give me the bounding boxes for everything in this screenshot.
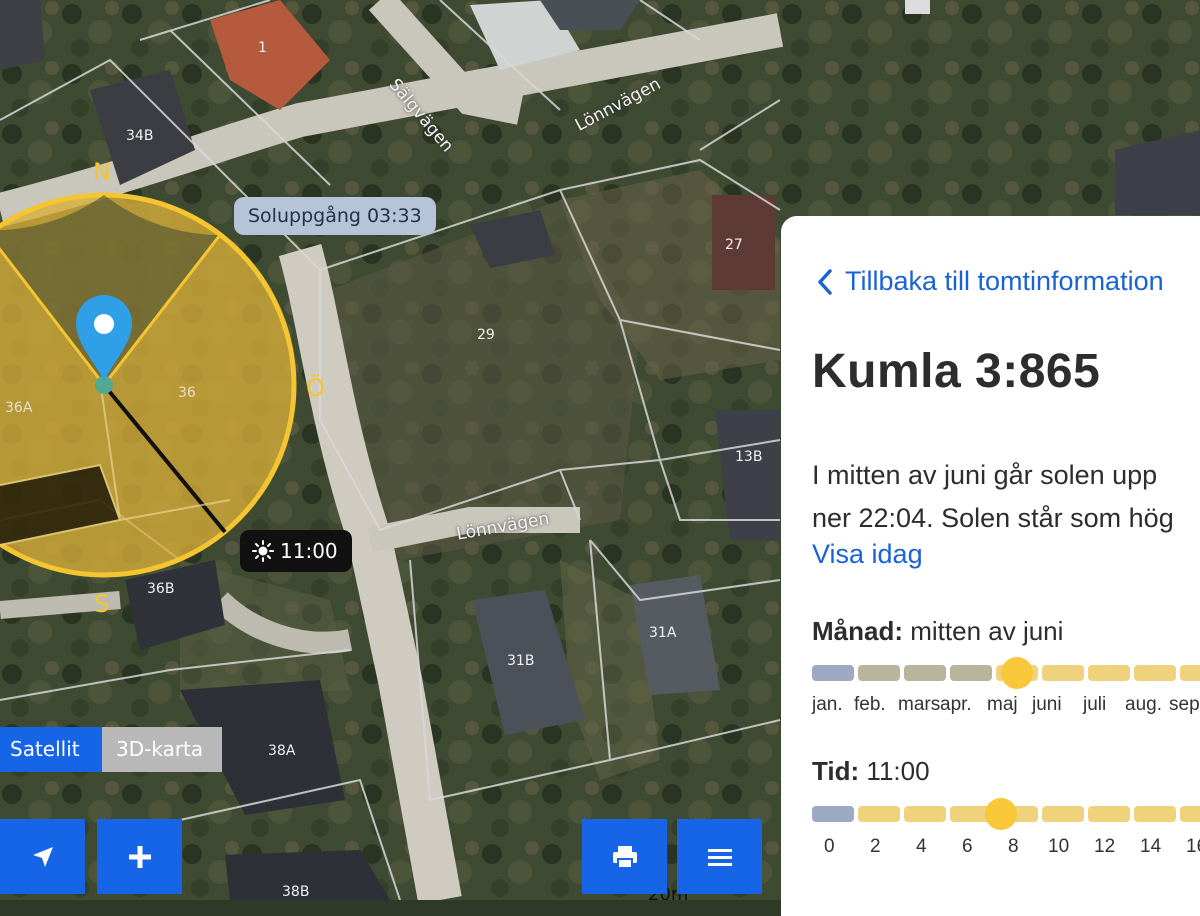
lot-label: 29 [477, 327, 495, 343]
tick-label: mars [898, 694, 941, 715]
time-label: Tid: 11:00 [812, 756, 930, 787]
compass-south: S [94, 590, 110, 618]
description-line: I mitten av juni går solen upp [812, 460, 1158, 490]
info-panel: Tillbaka till tomtinformation Kumla 3:86… [781, 216, 1200, 916]
tick-label: apr. [940, 694, 972, 715]
tick-label: 4 [916, 836, 927, 857]
lot-label: 1 [258, 40, 267, 56]
month-label: Månad: mitten av juni [812, 616, 1063, 647]
slider-segment [1042, 665, 1084, 681]
slider-segment [858, 806, 900, 822]
tick-label: 6 [962, 836, 973, 857]
tick-label: maj [987, 694, 1018, 715]
tick-label: aug. [1125, 694, 1162, 715]
description-line: ner 22:04. Solen står som hög [812, 503, 1174, 533]
lot-label: 34B [126, 128, 154, 144]
month-label-key: Månad: [812, 616, 903, 646]
lot-label: 31A [649, 625, 677, 641]
slider-segment [858, 665, 900, 681]
lot-label: 38B [282, 884, 310, 900]
print-button[interactable] [582, 819, 667, 894]
plus-icon [128, 845, 151, 868]
time-value: 11:00 [866, 756, 930, 786]
slider-segment [1088, 665, 1130, 681]
navigation-arrow-icon [32, 846, 53, 867]
tick-label: jan. [812, 694, 843, 715]
slider-segment [1180, 806, 1200, 822]
slider-segment [1042, 806, 1084, 822]
chevron-left-icon [818, 268, 832, 295]
tick-label: 2 [870, 836, 881, 857]
tick-label: 14 [1140, 836, 1162, 857]
lot-label: 36A [5, 400, 33, 416]
map-type-toggle: Satellit 3D-karta [0, 727, 222, 772]
slider-segment [1088, 806, 1130, 822]
lot-label: 38A [268, 743, 296, 759]
tick-label: feb. [854, 694, 886, 715]
slider-segment [1134, 806, 1176, 822]
menu-button[interactable] [677, 819, 762, 894]
hamburger-menu-icon [707, 848, 732, 866]
slider-segment [1134, 665, 1176, 681]
month-slider-thumb[interactable] [1001, 657, 1033, 689]
printer-icon [612, 845, 637, 869]
tick-label: sep. [1169, 694, 1200, 715]
compass-north: N [93, 158, 111, 186]
slider-segment [904, 806, 946, 822]
time-badge-text: 11:00 [280, 539, 338, 563]
lot-label: 27 [725, 237, 743, 253]
time-label-key: Tid: [812, 756, 860, 786]
lot-label: 13B [735, 449, 763, 465]
time-slider-thumb[interactable] [984, 798, 1017, 830]
show-today-link[interactable]: Visa idag [812, 539, 923, 570]
tick-label: 8 [1008, 836, 1019, 857]
lot-label: 31B [507, 653, 535, 669]
time-badge: 11:00 [240, 530, 352, 572]
slider-segment [1180, 665, 1200, 681]
slider-segment [812, 665, 854, 681]
back-link[interactable]: Tillbaka till tomtinformation [817, 266, 1164, 297]
tick-label: 0 [824, 836, 835, 857]
map-type-satellite[interactable]: Satellit [0, 727, 102, 772]
tick-label: juli [1083, 694, 1107, 715]
tick-label: 12 [1094, 836, 1116, 857]
sunrise-label: Soluppgång 03:33 [234, 197, 436, 235]
zoom-in-button[interactable] [97, 819, 182, 894]
sun-description: I mitten av juni går solen upp ner 22:04… [812, 454, 1174, 540]
tick-label: 10 [1048, 836, 1070, 857]
compass-east: Ö [306, 374, 325, 402]
slider-segment [812, 806, 854, 822]
tick-label: juni [1032, 694, 1062, 715]
sun-icon [252, 540, 274, 562]
page-title: Kumla 3:865 [812, 345, 1101, 398]
slider-segment [904, 665, 946, 681]
month-value: mitten av juni [910, 616, 1064, 646]
map-type-3d[interactable]: 3D-karta [102, 727, 222, 772]
tick-label: 16 [1186, 836, 1200, 857]
lot-label: 36B [147, 581, 175, 597]
slider-segment [950, 665, 992, 681]
lot-label: 36 [178, 385, 196, 401]
back-link-label: Tillbaka till tomtinformation [845, 266, 1164, 296]
locate-button[interactable] [0, 819, 85, 894]
